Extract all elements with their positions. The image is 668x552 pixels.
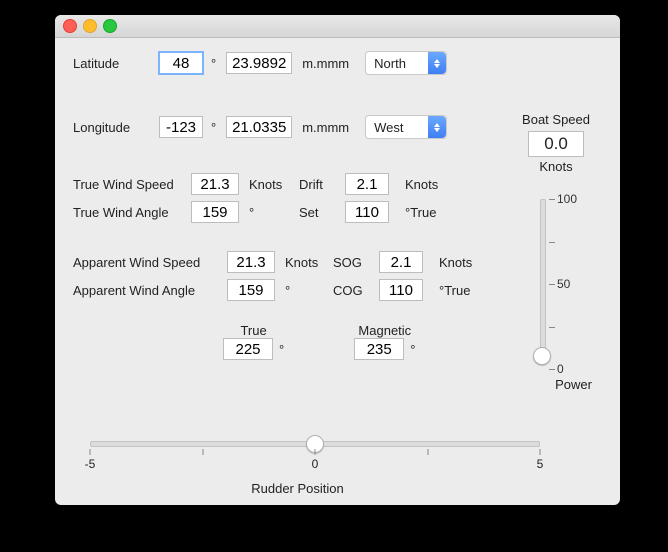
twa-label: True Wind Angle bbox=[73, 205, 185, 220]
power-tick-50: 50 bbox=[557, 277, 570, 291]
longitude-hemi-select[interactable]: West bbox=[365, 115, 447, 139]
latitude-label: Latitude bbox=[73, 56, 153, 71]
awa-unit: ° bbox=[285, 283, 327, 298]
set-label: Set bbox=[299, 205, 339, 220]
longitude-deg-input[interactable] bbox=[159, 116, 203, 138]
heading-mag-label: Magnetic bbox=[354, 323, 415, 338]
chevron-updown-icon bbox=[428, 52, 446, 74]
twa-input[interactable] bbox=[191, 201, 239, 223]
awa-input[interactable] bbox=[227, 279, 275, 301]
titlebar[interactable] bbox=[55, 15, 620, 38]
latitude-hemi-value: North bbox=[374, 56, 406, 71]
set-unit: °True bbox=[405, 205, 436, 220]
longitude-min-input[interactable] bbox=[226, 116, 292, 138]
longitude-deg-symbol: ° bbox=[211, 120, 216, 135]
set-input[interactable] bbox=[345, 201, 389, 223]
heading-true-label: True bbox=[223, 323, 284, 338]
power-tick-0: 0 bbox=[557, 362, 564, 376]
window-close-icon[interactable] bbox=[63, 19, 77, 33]
cog-unit: °True bbox=[439, 283, 470, 298]
power-slider[interactable]: 100 50 0 bbox=[535, 199, 575, 369]
longitude-min-unit: m.mmm bbox=[302, 120, 349, 135]
cog-input[interactable] bbox=[379, 279, 423, 301]
latitude-min-input[interactable] bbox=[226, 52, 292, 74]
sog-label: SOG bbox=[333, 255, 373, 270]
boat-speed-unit: Knots bbox=[522, 159, 590, 174]
heading-true-input[interactable] bbox=[223, 338, 273, 360]
latitude-deg-symbol: ° bbox=[211, 56, 216, 71]
boat-speed-box: Boat Speed 0.0 Knots bbox=[522, 112, 590, 174]
rudder-tick-5: 5 bbox=[537, 457, 544, 471]
cog-label: COG bbox=[333, 283, 373, 298]
aws-label: Apparent Wind Speed bbox=[73, 255, 221, 270]
app-window: Latitude ° m.mmm North Longitude ° m.mmm… bbox=[55, 15, 620, 505]
tws-label: True Wind Speed bbox=[73, 177, 185, 192]
drift-unit: Knots bbox=[405, 177, 438, 192]
latitude-deg-input[interactable] bbox=[159, 52, 203, 74]
drift-input[interactable] bbox=[345, 173, 389, 195]
heading-true-unit: ° bbox=[279, 342, 284, 357]
power-tick-100: 100 bbox=[557, 192, 577, 206]
twa-unit: ° bbox=[249, 205, 293, 220]
aws-unit: Knots bbox=[285, 255, 327, 270]
latitude-min-unit: m.mmm bbox=[302, 56, 349, 71]
longitude-label: Longitude bbox=[73, 120, 153, 135]
chevron-updown-icon bbox=[428, 116, 446, 138]
power-label: Power bbox=[555, 377, 592, 392]
window-zoom-icon[interactable] bbox=[103, 19, 117, 33]
awa-label: Apparent Wind Angle bbox=[73, 283, 221, 298]
rudder-slider[interactable]: -5 0 5 bbox=[90, 441, 540, 473]
aws-input[interactable] bbox=[227, 251, 275, 273]
latitude-hemi-select[interactable]: North bbox=[365, 51, 447, 75]
rudder-tick-0: 0 bbox=[312, 457, 319, 471]
boat-speed-value: 0.0 bbox=[528, 131, 584, 157]
power-slider-thumb[interactable] bbox=[533, 347, 551, 365]
tws-unit: Knots bbox=[249, 177, 293, 192]
heading-mag-unit: ° bbox=[410, 342, 415, 357]
content-area: Latitude ° m.mmm North Longitude ° m.mmm… bbox=[55, 37, 620, 505]
rudder-tick-minus5: -5 bbox=[85, 457, 96, 471]
boat-speed-title: Boat Speed bbox=[522, 112, 590, 127]
tws-input[interactable] bbox=[191, 173, 239, 195]
heading-mag-input[interactable] bbox=[354, 338, 404, 360]
drift-label: Drift bbox=[299, 177, 339, 192]
longitude-hemi-value: West bbox=[374, 120, 403, 135]
sog-input[interactable] bbox=[379, 251, 423, 273]
rudder-caption: Rudder Position bbox=[55, 481, 540, 496]
sog-unit: Knots bbox=[439, 255, 472, 270]
window-minimize-icon[interactable] bbox=[83, 19, 97, 33]
